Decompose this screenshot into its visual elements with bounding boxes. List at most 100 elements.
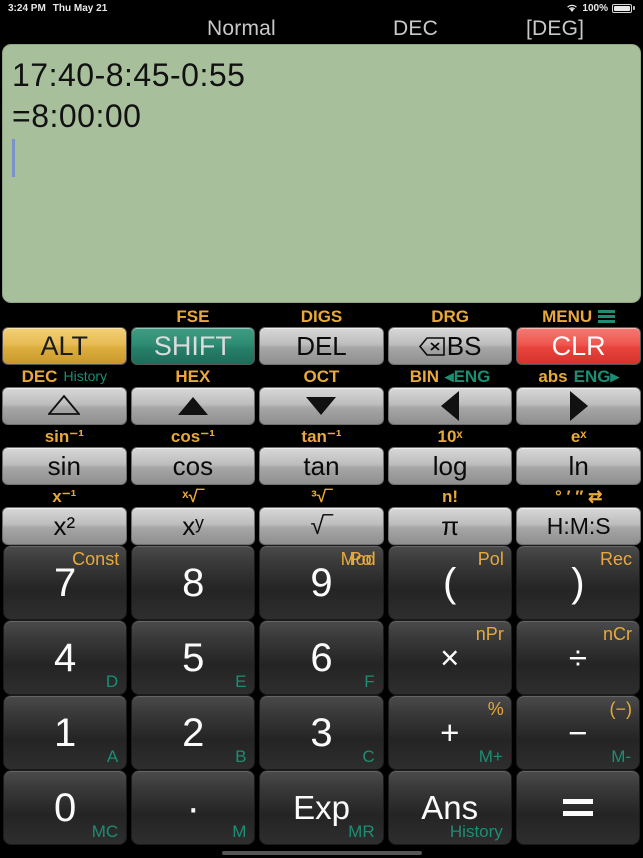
del-button[interactable]: DEL — [259, 327, 384, 365]
arrow-up-button[interactable] — [130, 387, 256, 425]
key-5-hex-label: E — [235, 672, 247, 691]
key-exp[interactable]: Exp MR — [259, 770, 384, 845]
pi-button[interactable]: π — [387, 507, 513, 545]
clear-button[interactable]: CLR — [516, 327, 641, 365]
arrow-left-button[interactable] — [387, 387, 513, 425]
key-1[interactable]: 1 A — [3, 695, 128, 770]
base-label[interactable]: DEC — [393, 17, 438, 41]
x-pow-y-button[interactable]: xʸ — [130, 507, 256, 545]
key-9[interactable]: 9 Pol Mod — [259, 545, 384, 620]
trig-label-e-pow-x: eˣ — [570, 426, 587, 446]
triangle-outline-up-button[interactable] — [2, 387, 127, 425]
key-open-paren[interactable]: ( Pol — [387, 545, 512, 620]
ln-button[interactable]: ln — [516, 447, 641, 485]
backspace-label: BS — [446, 330, 482, 361]
cos-button[interactable]: cos — [130, 447, 256, 485]
key-equals[interactable] — [515, 770, 641, 845]
arrow-right-button[interactable] — [516, 387, 641, 425]
arrow-down-button[interactable] — [259, 387, 384, 425]
arrow-label-dec-secondary: History — [63, 368, 108, 384]
keypad-area: FSE DIGS DRG MENU ALT SHIFT DEL BS CLR D… — [0, 305, 643, 845]
arrow-label-hex-primary: HEX — [175, 366, 211, 386]
key-decimal-point[interactable]: · M — [131, 770, 256, 845]
arrow-label-dec: DEC History — [0, 365, 129, 387]
log-button[interactable]: log — [387, 447, 513, 485]
key-plus[interactable]: + % M+ — [387, 695, 512, 770]
shift-button[interactable]: SHIFT — [130, 327, 256, 365]
arrow-label-bin-secondary: ◂ENG — [445, 366, 491, 386]
x-squared-button[interactable]: x² — [2, 507, 127, 545]
key-8[interactable]: 8 — [131, 545, 256, 620]
hms-button[interactable]: H:M:S — [516, 507, 641, 545]
key-7[interactable]: 7 Const — [3, 545, 128, 620]
tan-button[interactable]: tan — [259, 447, 384, 485]
trig-label-ten-pow-x: 10ˣ — [437, 426, 463, 446]
hamburger-menu-icon[interactable] — [598, 309, 616, 323]
action-row: ALT SHIFT DEL BS CLR — [0, 327, 643, 365]
action-label-digs: DIGS — [300, 306, 343, 326]
keypad-row-1: 7 Const 8 9 Pol Mod ( Pol ) Rec — [0, 545, 643, 620]
key-4-hex-label: D — [105, 672, 119, 691]
key-2[interactable]: 2 B — [131, 695, 256, 770]
wifi-icon — [566, 3, 578, 13]
key-5[interactable]: 5 E — [131, 620, 256, 695]
angle-unit-label[interactable]: [DEG] — [526, 17, 584, 41]
key-0[interactable]: 0 MC — [3, 770, 128, 845]
calculator-display[interactable]: 17:40-8:45-0:55 =8:00:00 — [2, 44, 641, 303]
action-label-drg: DRG — [431, 306, 469, 326]
trig-label-acos: cos⁻¹ — [170, 426, 215, 446]
keypad-row-3: 1 A 2 B 3 C + % M+ − (−) M- — [0, 695, 643, 770]
arrow-label-bin: BIN ◂ENG — [386, 365, 515, 387]
key-minus[interactable]: − (−) M- — [515, 695, 641, 770]
key-3[interactable]: 3 C — [259, 695, 384, 770]
power-label-dms: ° ′ ″ ⇄ — [554, 486, 603, 506]
trig-label-atan: tan⁻¹ — [301, 426, 342, 446]
arrow-row — [0, 387, 643, 425]
key-1-hex-label: A — [106, 747, 119, 766]
triangle-right-icon — [569, 391, 588, 421]
key-6-hex-label: F — [364, 672, 375, 691]
key-equals-icon — [517, 771, 639, 844]
key-multiply[interactable]: × nPr — [387, 620, 512, 695]
key-plus-mem-label: M+ — [478, 747, 503, 766]
power-label-factorial: n! — [442, 486, 459, 506]
arrow-label-abs-primary: abs — [538, 366, 568, 386]
arrow-label-hex: HEX — [129, 365, 258, 387]
key-4[interactable]: 4 D — [3, 620, 128, 695]
mode-label[interactable]: Normal — [207, 17, 276, 41]
key-ans[interactable]: Ans History — [387, 770, 512, 845]
backspace-button[interactable]: BS — [387, 327, 513, 365]
arrow-label-abs: abs ENG▸ — [514, 365, 643, 387]
trig-label-asin: sin⁻¹ — [44, 426, 84, 446]
alt-button[interactable]: ALT — [2, 327, 127, 365]
battery-percent: 100% — [582, 2, 608, 14]
arrow-label-abs-secondary: ENG▸ — [573, 366, 619, 386]
square-root-button[interactable]: √‾ — [259, 507, 384, 545]
action-label-fse: FSE — [176, 306, 210, 326]
key-8-label: 8 — [182, 560, 205, 605]
status-date: Thu May 21 — [52, 2, 108, 14]
menu-text: MENU — [542, 306, 593, 326]
arrow-label-oct-primary: OCT — [303, 366, 340, 386]
key-6[interactable]: 6 F — [259, 620, 384, 695]
arrow-label-bin-primary: BIN — [409, 366, 440, 386]
key-close-paren[interactable]: ) Rec — [515, 545, 641, 620]
power-label-cube-root: ³√‾ — [311, 486, 332, 506]
key-ans-history-label: History — [449, 822, 503, 841]
status-bar-right: 100% — [566, 3, 635, 14]
key-3-hex-label: C — [362, 747, 375, 766]
key-exp-mem-label: MR — [348, 822, 375, 841]
sin-button[interactable]: sin — [2, 447, 127, 485]
key-divide[interactable]: ÷ nCr — [515, 620, 641, 695]
power-label-reciprocal: x⁻¹ — [52, 486, 77, 506]
backspace-icon — [418, 336, 445, 356]
key-minus-mem-label: M- — [611, 747, 632, 766]
status-bar-left: 3:24 PM Thu May 21 — [8, 3, 107, 14]
action-label-menu[interactable]: MENU — [514, 305, 643, 327]
action-label-0 — [0, 305, 129, 327]
key-close-paren-alt-label: Rec — [600, 549, 633, 569]
triangle-left-icon — [441, 391, 460, 421]
triangle-up-icon — [177, 397, 208, 415]
key-7-alt-label: Const — [72, 549, 120, 569]
display-line-expression: 17:40-8:45-0:55 — [12, 57, 246, 93]
